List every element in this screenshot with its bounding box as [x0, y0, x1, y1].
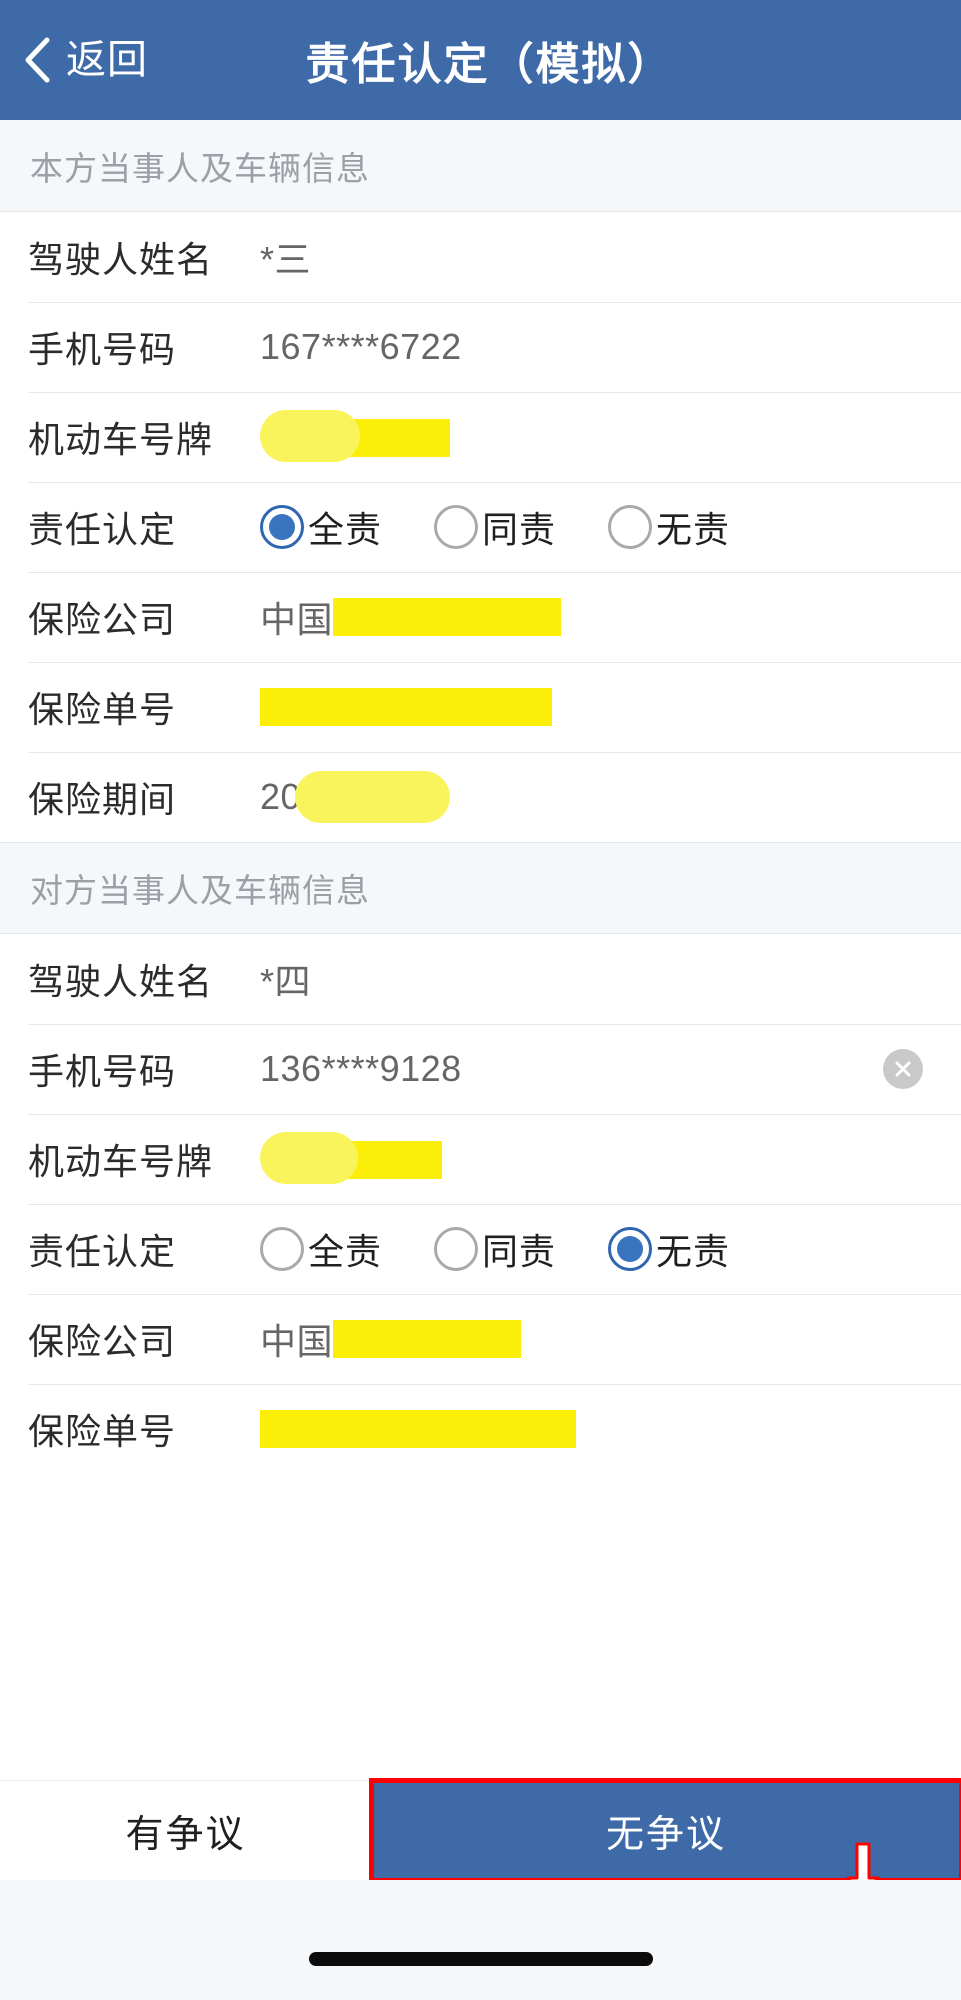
- row-label: 责任认定: [28, 509, 177, 550]
- row-other-insurer[interactable]: 保险公司 中国: [0, 1294, 961, 1384]
- row-value: 中国: [260, 599, 334, 640]
- redaction-mark: [260, 1410, 576, 1448]
- radio-option-self-full[interactable]: 全责: [260, 501, 382, 553]
- row-value: *三: [260, 239, 312, 280]
- radio-label: 同责: [482, 509, 557, 550]
- home-indicator-area: [0, 1880, 961, 2000]
- row-other-phone[interactable]: 手机号码 136****9128: [0, 1024, 961, 1114]
- undisputed-button[interactable]: 无争议: [371, 1781, 961, 1880]
- row-self-phone[interactable]: 手机号码 167****6722: [0, 302, 961, 392]
- row-value: 167****6722: [260, 326, 462, 367]
- form-content: 本方当事人及车辆信息 驾驶人姓名 *三 手机号码 167****6722 机动车…: [0, 120, 961, 1700]
- radio-option-other-none[interactable]: 无责: [608, 1223, 730, 1275]
- radio-label: 同责: [482, 1231, 557, 1272]
- radio-option-self-shared[interactable]: 同责: [434, 501, 556, 553]
- row-label: 手机号码: [28, 1051, 177, 1092]
- row-other-policy-number[interactable]: 保险单号: [0, 1384, 961, 1474]
- undisputed-button-wrapper: 无争议: [369, 1778, 961, 1883]
- row-self-insurer[interactable]: 保险公司 中国: [0, 572, 961, 662]
- row-other-plate[interactable]: 机动车号牌: [0, 1114, 961, 1204]
- radio-indicator: [260, 505, 304, 549]
- back-button[interactable]: 返回: [22, 37, 148, 83]
- row-value: 136****9128: [260, 1048, 462, 1089]
- row-self-driver-name[interactable]: 驾驶人姓名 *三: [0, 212, 961, 302]
- row-label: 机动车号牌: [28, 419, 214, 460]
- redaction-mark: [260, 1129, 442, 1189]
- row-label: 驾驶人姓名: [28, 239, 214, 280]
- row-label: 保险单号: [28, 1411, 177, 1452]
- row-other-driver-name[interactable]: 驾驶人姓名 *四: [0, 934, 961, 1024]
- row-label: 驾驶人姓名: [28, 961, 214, 1002]
- row-label: 保险公司: [28, 599, 177, 640]
- section-header-other-party: 对方当事人及车辆信息: [0, 842, 961, 934]
- section-header-self-party: 本方当事人及车辆信息: [0, 120, 961, 212]
- disputed-button[interactable]: 有争议: [0, 1781, 371, 1880]
- row-self-policy-number[interactable]: 保险单号: [0, 662, 961, 752]
- redaction-mark: [295, 771, 451, 823]
- radio-indicator: [260, 1227, 304, 1271]
- radio-label: 全责: [308, 509, 383, 550]
- radio-group-other-liability: 全责 同责 无责: [260, 1223, 730, 1275]
- app-screen: 返回 责任认定（模拟） 本方当事人及车辆信息 驾驶人姓名 *三 手机号码 167…: [0, 0, 961, 2000]
- close-circle-icon[interactable]: [883, 1049, 923, 1089]
- row-value: *四: [260, 961, 312, 1002]
- chevron-left-icon: [22, 37, 52, 83]
- row-label: 保险单号: [28, 689, 177, 730]
- radio-indicator: [608, 505, 653, 549]
- bottom-action-bar: 有争议 无争议: [0, 1778, 961, 1883]
- radio-option-self-none[interactable]: 无责: [608, 501, 730, 553]
- back-label: 返回: [66, 38, 148, 82]
- radio-group-self-liability: 全责 同责 无责: [260, 501, 730, 553]
- row-value: [260, 407, 450, 467]
- redaction-mark: [333, 598, 562, 636]
- row-value: 中国: [260, 1321, 334, 1362]
- row-label: 保险公司: [28, 1321, 177, 1362]
- row-label: 机动车号牌: [28, 1141, 214, 1182]
- redaction-mark: [333, 1320, 522, 1358]
- redaction-mark: [260, 688, 552, 726]
- navigation-bar: 返回 责任认定（模拟）: [0, 0, 961, 120]
- row-label: 手机号码: [28, 329, 177, 370]
- radio-label: 无责: [656, 509, 731, 550]
- radio-indicator: [434, 505, 479, 549]
- row-self-policy-period[interactable]: 保险期间 20: [0, 752, 961, 842]
- row-label: 责任认定: [28, 1231, 177, 1272]
- row-self-plate[interactable]: 机动车号牌: [0, 392, 961, 482]
- radio-indicator: [434, 1227, 479, 1271]
- radio-option-other-full[interactable]: 全责: [260, 1223, 382, 1275]
- row-label: 保险期间: [28, 779, 177, 820]
- radio-indicator: [608, 1227, 653, 1271]
- row-other-liability[interactable]: 责任认定 全责 同责 无责: [0, 1204, 961, 1294]
- radio-label: 全责: [308, 1231, 383, 1272]
- radio-option-other-shared[interactable]: 同责: [434, 1223, 556, 1275]
- redaction-mark: [260, 407, 450, 467]
- home-indicator[interactable]: [308, 1952, 653, 1966]
- radio-label: 无责: [656, 1231, 731, 1272]
- row-self-liability[interactable]: 责任认定 全责 同责 无责: [0, 482, 961, 572]
